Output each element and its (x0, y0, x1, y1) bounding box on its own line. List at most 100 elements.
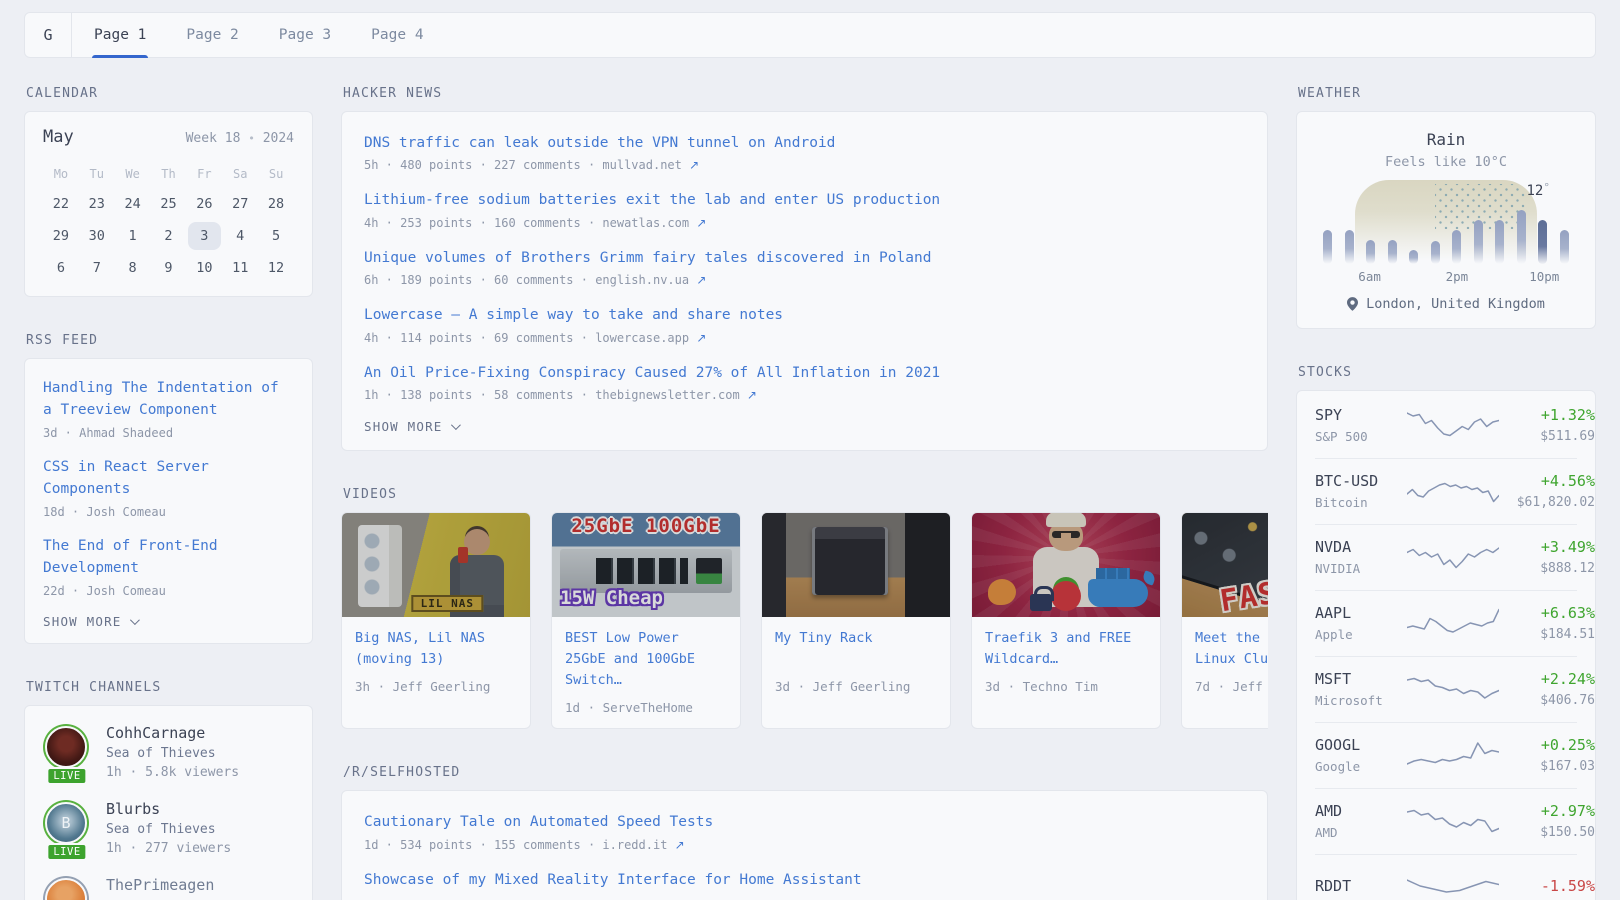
hackernews-item-meta: 6h · 189 points · 60 comments · english.… (364, 273, 1245, 287)
reddit-card: Cautionary Tale on Automated Speed Tests… (341, 790, 1268, 900)
weather-bar (1366, 240, 1375, 264)
stock-change: +4.56% (1499, 472, 1595, 490)
video-thumbnail[interactable]: 25GbE 100GbE15W Cheap (552, 513, 740, 617)
calendar-day: 12 (258, 253, 294, 283)
twitch-channel-viewers: 1h · 5.8k viewers (106, 765, 239, 780)
reddit-widget: /R/SELFHOSTED Cautionary Tale on Automat… (341, 765, 1268, 900)
stock-change: +3.49% (1499, 538, 1595, 556)
stock-change: +2.97% (1499, 802, 1595, 820)
stock-row-rddt[interactable]: RDDT-1.59% (1315, 854, 1577, 900)
video-meta: 3d · Jeff Geerling (775, 679, 937, 694)
rss-section-label: RSS FEED (26, 333, 313, 348)
stock-change: +0.25% (1499, 736, 1595, 754)
video-card: My Tiny Rack 3d · Jeff Geerling (761, 512, 951, 729)
avatar: BLIVE (43, 800, 91, 856)
video-meta: 7d · Jeff Geerling (1195, 679, 1268, 694)
twitch-channel-name[interactable]: Blurbs (106, 800, 231, 818)
dot-separator: • (248, 132, 255, 145)
rss-item-title[interactable]: CSS in React Server Components (43, 456, 294, 501)
video-title[interactable]: Traefik 3 and FREE Wildcard… (985, 628, 1147, 670)
calendar-day: 7 (79, 253, 115, 283)
video-title[interactable]: My Tiny Rack (775, 628, 937, 670)
tab-page-1[interactable]: Page 1 (94, 13, 146, 57)
hackernews-show-more[interactable]: SHOW MORE (364, 419, 1245, 434)
hackernews-item-title[interactable]: Lowercase – A simple way to take and sha… (364, 304, 1245, 326)
video-thumbnail[interactable] (762, 513, 950, 617)
avatar (43, 876, 91, 900)
weather-widget: WEATHER Rain Feels like 10°C 12° 6am2pm1… (1296, 86, 1596, 329)
video-thumbnail[interactable] (972, 513, 1160, 617)
weather-hourly-chart: 12° 6am2pm10pm (1315, 180, 1577, 284)
videos-row: LIL NAS Big NAS, Lil NAS (moving 13) 3h · … (341, 512, 1268, 729)
video-card: FAS Meet the Linux Clu 7d · Jeff Geerling (1181, 512, 1268, 729)
hackernews-item-title[interactable]: Lithium-free sodium batteries exit the l… (364, 189, 1245, 211)
reddit-item-title[interactable]: Showcase of my Mixed Reality Interface f… (364, 869, 1245, 891)
stock-ticker: AMD (1315, 802, 1407, 820)
tab-page-2[interactable]: Page 2 (186, 13, 238, 57)
stock-price: $406.76 (1499, 693, 1595, 708)
stock-ticker: AAPL (1315, 604, 1407, 622)
temp-unit: ° (1543, 181, 1550, 194)
temp-value: 12 (1527, 183, 1544, 199)
stock-quote: +2.97% $150.50 (1499, 802, 1595, 840)
hackernews-item: An Oil Price-Fixing Conspiracy Caused 27… (364, 362, 1245, 402)
twitch-channel-row[interactable]: ThePrimeagen (43, 876, 294, 900)
video-title[interactable]: Meet the Linux Clu (1195, 628, 1268, 670)
video-meta: 1d · ServeTheHome (565, 700, 727, 715)
stock-price: $150.50 (1499, 825, 1595, 840)
tab-page-4[interactable]: Page 4 (371, 13, 423, 57)
calendar-week-year: Week 18 • 2024 (186, 131, 294, 146)
stock-name: Apple (1315, 627, 1407, 642)
stock-ticker: RDDT (1315, 877, 1407, 895)
calendar-day: 10 (186, 253, 222, 283)
hackernews-item-title[interactable]: Unique volumes of Brothers Grimm fairy t… (364, 247, 1245, 269)
hackernews-list: DNS traffic can leak outside the VPN tun… (364, 132, 1245, 402)
twitch-channel-row[interactable]: LIVECohhCarnageSea of Thieves1h · 5.8k v… (43, 724, 294, 780)
stock-row-msft[interactable]: MSFTMicrosoft+2.24%$406.76 (1315, 656, 1577, 722)
video-thumbnail[interactable]: FAS (1182, 513, 1268, 617)
video-meta: 3h · Jeff Geerling (355, 679, 517, 694)
hackernews-item-title[interactable]: DNS traffic can leak outside the VPN tun… (364, 132, 1245, 154)
rss-item-title[interactable]: Handling The Indentation of a Treeview C… (43, 377, 294, 422)
calendar-day: 22 (43, 189, 79, 219)
stock-name: Bitcoin (1315, 495, 1407, 510)
stock-name: Microsoft (1315, 693, 1407, 708)
video-thumbnail[interactable]: LIL NAS (342, 513, 530, 617)
stock-row-amd[interactable]: AMDAMD+2.97%$150.50 (1315, 788, 1577, 854)
twitch-channel-name[interactable]: ThePrimeagen (106, 876, 214, 894)
rss-item-title[interactable]: The End of Front-End Development (43, 535, 294, 580)
weather-bar (1431, 241, 1440, 264)
tab-page-3[interactable]: Page 3 (279, 13, 331, 57)
calendar-weekday: Th (151, 161, 187, 187)
stock-row-spy[interactable]: SPYS&P 500+1.32%$511.69 (1315, 393, 1577, 458)
twitch-channel-name[interactable]: CohhCarnage (106, 724, 239, 742)
stock-row-aapl[interactable]: AAPLApple+6.63%$184.51 (1315, 590, 1577, 656)
thumbnail-dim-overlay (762, 513, 950, 617)
weather-section-label: WEATHER (1298, 86, 1596, 101)
external-link-icon: ↗ (696, 216, 706, 230)
video-title[interactable]: Big NAS, Lil NAS (moving 13) (355, 628, 517, 670)
rss-item-meta: 22d · Josh Comeau (43, 584, 294, 598)
rss-item-meta: 3d · Ahmad Shadeed (43, 426, 294, 440)
app-logo[interactable]: G (25, 13, 72, 57)
rss-show-more[interactable]: SHOW MORE (43, 614, 294, 629)
calendar-day: 30 (79, 221, 115, 251)
middle-column: HACKER NEWS DNS traffic can leak outside… (341, 86, 1268, 900)
calendar-weekday: Su (258, 161, 294, 187)
stock-row-googl[interactable]: GOOGLGoogle+0.25%$167.03 (1315, 722, 1577, 788)
calendar-day-today: 3 (186, 221, 222, 251)
weather-bar (1323, 230, 1332, 264)
stock-change: +1.32% (1499, 406, 1595, 424)
stock-ticker: NVDA (1315, 538, 1407, 556)
videos-widget: VIDEOS LIL NASBig NAS, Lil NAS (moving 1… (341, 487, 1268, 729)
stock-identity: SPYS&P 500 (1315, 406, 1407, 444)
calendar-day: 27 (222, 189, 258, 219)
stock-row-nvda[interactable]: NVDANVIDIA+3.49%$888.12 (1315, 524, 1577, 590)
video-title[interactable]: BEST Low Power 25GbE and 100GbE Switch… (565, 628, 727, 691)
stock-row-btc-usd[interactable]: BTC-USDBitcoin+4.56%$61,820.02 (1315, 458, 1577, 524)
twitch-channel-row[interactable]: BLIVEBlurbsSea of Thieves1h · 277 viewer… (43, 800, 294, 856)
rss-item: The End of Front-End Development 22d · Jo… (43, 535, 294, 598)
stock-quote: -1.59% (1499, 877, 1595, 895)
reddit-item-title[interactable]: Cautionary Tale on Automated Speed Tests (364, 811, 1245, 833)
hackernews-item-title[interactable]: An Oil Price-Fixing Conspiracy Caused 27… (364, 362, 1245, 384)
